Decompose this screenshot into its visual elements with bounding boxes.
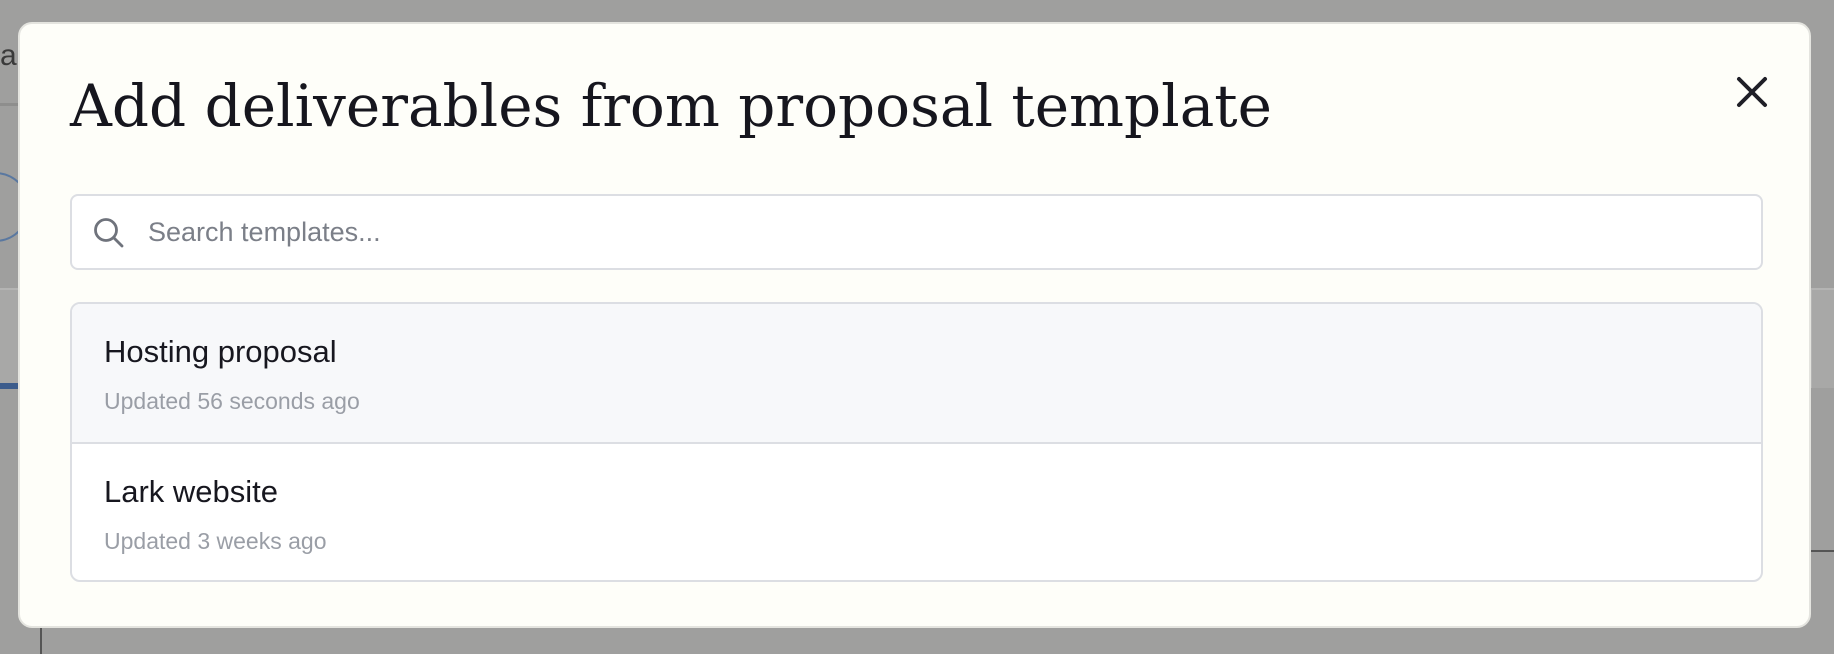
template-list: Hosting proposal Updated 56 seconds ago …: [70, 302, 1763, 582]
modal-title: Add deliverables from proposal template: [70, 72, 1272, 140]
background-text-fragment: a: [0, 39, 17, 72]
search-box[interactable]: [70, 194, 1763, 270]
template-name: Lark website: [104, 474, 279, 509]
template-name: Hosting proposal: [104, 334, 337, 369]
background-panel-right: [1810, 288, 1834, 388]
background-divider-vertical: [40, 626, 42, 654]
close-button[interactable]: [1728, 68, 1776, 116]
search-icon: [94, 218, 124, 248]
add-deliverables-modal: Add deliverables from proposal template …: [18, 22, 1811, 628]
template-updated-time: Updated 56 seconds ago: [104, 388, 360, 414]
search-input[interactable]: [148, 196, 1738, 268]
template-updated-time: Updated 3 weeks ago: [104, 528, 327, 554]
template-item-lark-website[interactable]: Lark website Updated 3 weeks ago: [72, 442, 1761, 580]
template-item-hosting-proposal[interactable]: Hosting proposal Updated 56 seconds ago: [72, 304, 1761, 442]
background-divider-right: [1810, 550, 1834, 552]
close-icon: [1737, 77, 1767, 107]
